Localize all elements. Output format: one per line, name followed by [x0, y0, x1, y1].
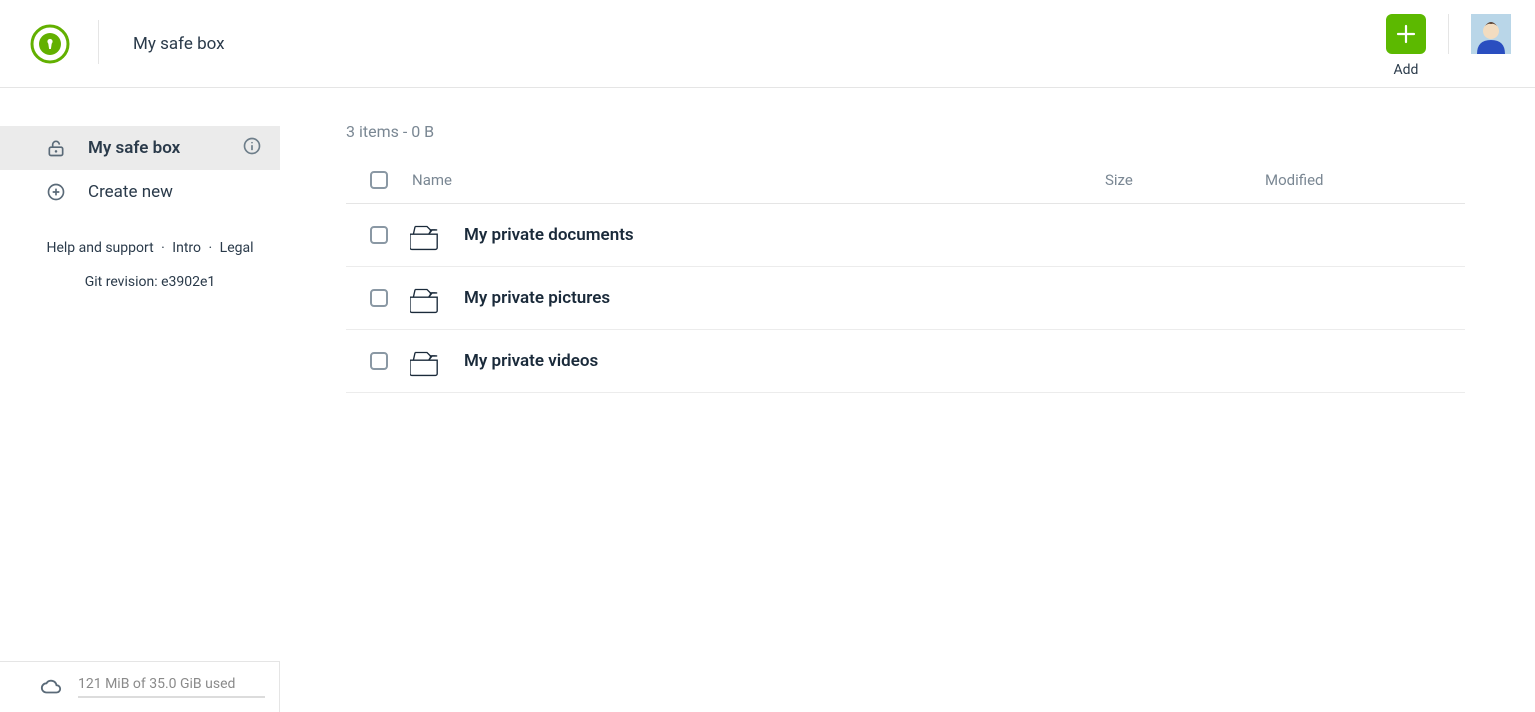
row-checkbox[interactable] — [370, 226, 388, 244]
plus-icon — [1395, 23, 1417, 45]
intro-link[interactable]: Intro — [172, 240, 201, 256]
table-row[interactable]: My private pictures — [346, 267, 1465, 330]
header-right: Add — [1386, 14, 1511, 78]
app-logo[interactable] — [30, 24, 70, 64]
sidebar-item-create-new[interactable]: Create new — [0, 170, 280, 214]
col-check — [370, 171, 410, 189]
row-name: My private videos — [450, 351, 1105, 371]
git-revision: Git revision: e3902e1 — [18, 274, 282, 290]
storage-bar — [78, 696, 265, 698]
folder-icon — [410, 218, 450, 252]
select-all-checkbox[interactable] — [370, 171, 388, 189]
col-modified[interactable]: Modified — [1265, 171, 1465, 189]
sidebar-footer: Help and support · Intro · Legal Git rev… — [0, 214, 300, 290]
row-name: My private documents — [450, 225, 1105, 245]
help-link[interactable]: Help and support — [46, 240, 153, 256]
storage-text: 121 MiB of 35.0 GiB used — [78, 676, 265, 692]
items-summary: 3 items - 0 B — [346, 122, 1465, 141]
sidebar-item-label: Create new — [88, 182, 262, 202]
col-name[interactable]: Name — [410, 171, 1105, 189]
storage-text-wrap: 121 MiB of 35.0 GiB used — [78, 676, 265, 698]
col-size[interactable]: Size — [1105, 171, 1265, 189]
page-title: My safe box — [127, 34, 225, 54]
cloud-icon — [40, 676, 62, 698]
add-button[interactable] — [1386, 14, 1426, 54]
sidebar-item-my-safe-box[interactable]: My safe box — [0, 126, 280, 170]
table-header: Name Size Modified — [346, 161, 1465, 204]
row-checkbox[interactable] — [370, 352, 388, 370]
storage-panel[interactable]: 121 MiB of 35.0 GiB used — [0, 661, 280, 712]
folder-icon — [410, 344, 450, 378]
plus-circle-icon — [44, 182, 68, 202]
app-header: My safe box Add — [0, 0, 1535, 88]
avatar-icon — [1471, 14, 1511, 54]
sidebar: My safe box Create new Help and support — [0, 88, 300, 712]
row-name: My private pictures — [450, 288, 1105, 308]
main-content: 3 items - 0 B Name Size Modified My priv… — [300, 88, 1535, 712]
header-separator-right — [1448, 14, 1449, 54]
add-label: Add — [1394, 62, 1419, 78]
main-layout: My safe box Create new Help and support — [0, 88, 1535, 712]
lock-circle-icon — [30, 24, 70, 64]
footer-links: Help and support · Intro · Legal — [18, 240, 282, 256]
sidebar-item-label: My safe box — [88, 138, 222, 158]
info-icon[interactable] — [242, 136, 262, 161]
table-row[interactable]: My private videos — [346, 330, 1465, 393]
unlock-icon — [44, 138, 68, 158]
user-avatar[interactable] — [1471, 14, 1511, 54]
header-left: My safe box — [30, 14, 225, 64]
row-checkbox[interactable] — [370, 289, 388, 307]
table-row[interactable]: My private documents — [346, 204, 1465, 267]
legal-link[interactable]: Legal — [220, 240, 254, 256]
header-separator — [98, 20, 99, 64]
add-group: Add — [1386, 14, 1426, 78]
folder-icon — [410, 281, 450, 315]
